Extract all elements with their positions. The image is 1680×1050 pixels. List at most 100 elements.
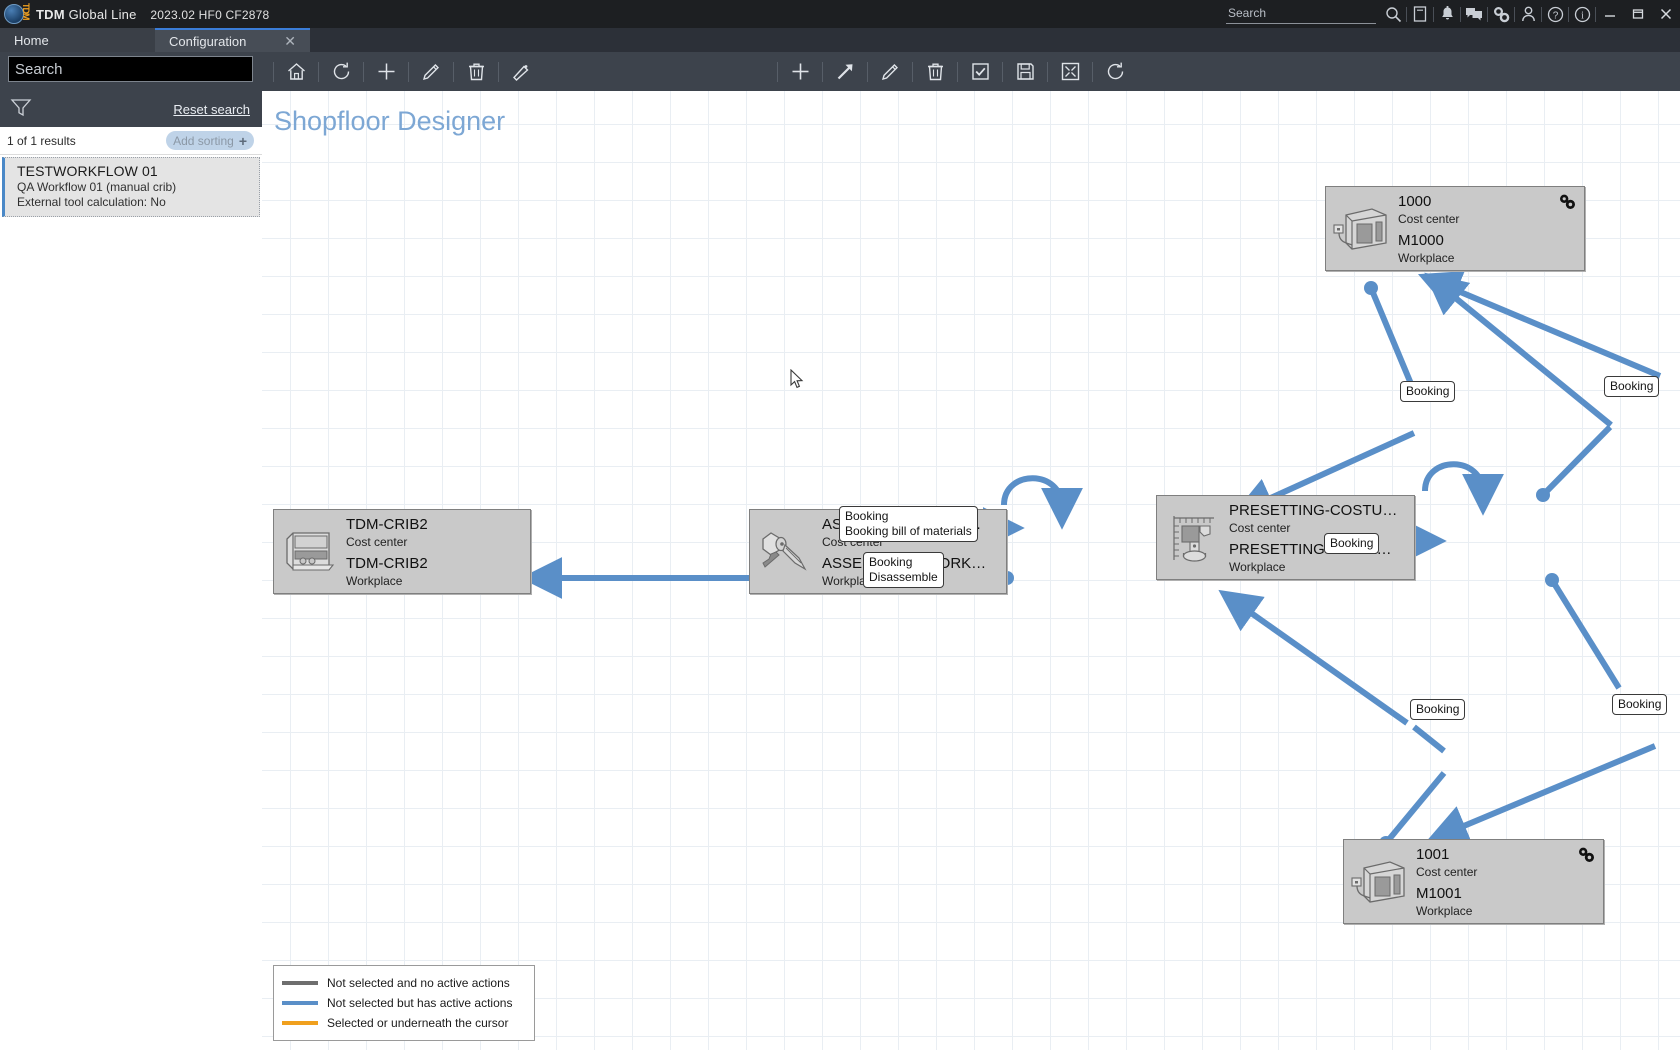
plus-icon: +	[238, 132, 247, 149]
tab-configuration[interactable]: Configuration ✕	[155, 28, 310, 52]
edge-label-assembling-to-crib[interactable]: Booking Disassemble	[863, 552, 944, 588]
cost-center-label: Cost center	[1398, 211, 1460, 226]
add-sorting-label: Add sorting	[173, 133, 234, 148]
chat-icon[interactable]	[1461, 0, 1487, 28]
node-tdm-crib2-text: TDM-CRIB2 Cost center TDM-CRIB2 Workplac…	[346, 515, 530, 589]
tab-home-label: Home	[14, 32, 49, 48]
maximize-button[interactable]	[1624, 0, 1652, 28]
edge-label-line-1: Booking	[1618, 697, 1662, 711]
gears-icon[interactable]	[1488, 0, 1514, 28]
cost-center-value: 1000	[1398, 192, 1432, 210]
legend-swatch-gray	[282, 981, 318, 985]
search-icon[interactable]	[1380, 0, 1406, 28]
divider	[498, 61, 499, 82]
divider	[453, 61, 454, 82]
edge-label-line-1: Booking	[1416, 702, 1460, 716]
list-item[interactable]: TESTWORKFLOW 01 QA Workflow 01 (manual c…	[2, 157, 260, 217]
legend-swatch-orange	[282, 1021, 318, 1025]
edge-label-crib-to-assembling[interactable]: Booking Booking bill of materials	[839, 506, 978, 542]
fit-to-screen-button[interactable]	[1053, 52, 1087, 91]
edit-node-button[interactable]	[873, 52, 907, 91]
divider	[1092, 61, 1093, 82]
divider	[777, 61, 778, 82]
search-field[interactable]	[8, 56, 253, 82]
tag-button[interactable]	[504, 52, 538, 91]
tab-close-icon[interactable]: ✕	[284, 34, 296, 48]
reset-search-link[interactable]: Reset search	[173, 102, 250, 117]
notifications-bell-icon[interactable]	[1434, 0, 1460, 28]
global-search-input[interactable]	[1226, 4, 1376, 22]
machine-icon	[1344, 856, 1416, 908]
close-window-button[interactable]	[1652, 0, 1680, 28]
left-results-panel: Reset search 1 of 1 results Add sorting …	[0, 91, 262, 1050]
delete-button[interactable]	[459, 52, 493, 91]
edit-button[interactable]	[414, 52, 448, 91]
funnel-icon[interactable]	[10, 97, 32, 122]
presetter-icon	[1157, 510, 1229, 566]
node-1000-text: 1000 Cost center M1000 Workplace	[1398, 192, 1584, 266]
tab-bar-filler	[310, 28, 1680, 52]
workplace-value: TDM-CRIB2	[346, 554, 428, 572]
divider	[822, 61, 823, 82]
assembly-tool-icon	[750, 525, 822, 579]
svg-text:?: ?	[1552, 10, 1558, 21]
machine-icon	[1326, 203, 1398, 255]
add-sorting-button[interactable]: Add sorting +	[166, 131, 254, 150]
results-summary-bar: 1 of 1 results Add sorting +	[0, 127, 262, 155]
workplace-label: Workplace	[1229, 559, 1286, 574]
info-icon[interactable]: i	[1569, 0, 1595, 28]
help-icon[interactable]: ?	[1542, 0, 1568, 28]
divider	[1047, 61, 1048, 82]
add-button[interactable]	[369, 52, 403, 91]
node-presetting-text: PRESETTING-COSTU… Cost center PRESETTING…	[1229, 501, 1414, 575]
legend-label: Not selected but has active actions	[327, 996, 513, 1010]
sidebar-search-input[interactable]	[9, 57, 252, 81]
edge-label-line-1: Booking	[845, 509, 889, 523]
add-connection-button[interactable]	[828, 52, 862, 91]
legend-label: Selected or underneath the cursor	[327, 1016, 509, 1030]
minimize-button[interactable]	[1596, 0, 1624, 28]
save-button[interactable]	[1008, 52, 1042, 91]
global-search-box[interactable]	[1226, 4, 1376, 24]
document-icon[interactable]	[1407, 0, 1433, 28]
node-1001[interactable]: 1001 Cost center M1001 Workplace	[1343, 839, 1604, 924]
divider	[318, 61, 319, 82]
refresh-button[interactable]	[324, 52, 358, 91]
svg-text:i: i	[1581, 10, 1584, 21]
list-item-title: TESTWORKFLOW 01	[17, 163, 158, 179]
delete-node-button[interactable]	[918, 52, 952, 91]
edge-label-presetting-to-1001[interactable]: Booking	[1612, 694, 1668, 715]
legend-swatch-blue	[282, 1001, 318, 1005]
edge-label-1001-to-assembling[interactable]: Booking	[1410, 699, 1466, 720]
reload-button[interactable]	[1098, 52, 1132, 91]
edge-label-assembling-to-presetting[interactable]: Booking	[1324, 533, 1380, 554]
app-title-bold: TDM	[36, 6, 65, 22]
edge-label-1000-to-assembling[interactable]: Booking	[1400, 381, 1456, 402]
edge-label-line-1: Booking	[1330, 536, 1374, 550]
node-tdm-crib2[interactable]: TDM-CRIB2 Cost center TDM-CRIB2 Workplac…	[273, 509, 531, 594]
tab-configuration-label: Configuration	[169, 33, 247, 49]
divider	[912, 61, 913, 82]
user-account-icon[interactable]	[1515, 0, 1541, 28]
cost-center-value: 1001	[1416, 845, 1450, 863]
edge-label-presetting-to-1000[interactable]: Booking	[1604, 376, 1660, 397]
cost-center-label: Cost center	[346, 534, 408, 549]
results-list: TESTWORKFLOW 01 QA Workflow 01 (manual c…	[0, 155, 262, 217]
home-button[interactable]	[279, 52, 313, 91]
node-1001-text: 1001 Cost center M1001 Workplace	[1416, 845, 1603, 919]
divider	[408, 61, 409, 82]
gears-icon[interactable]	[1559, 194, 1576, 215]
add-node-button[interactable]	[783, 52, 817, 91]
app-title-rest: Global Line	[64, 6, 137, 22]
node-1000[interactable]: 1000 Cost center M1000 Workplace	[1325, 186, 1585, 271]
shopfloor-designer-canvas[interactable]: Shopfloor Designer 1000 Cost center M100…	[262, 91, 1680, 1050]
cost-center-label: Cost center	[1416, 864, 1478, 879]
filter-row: Reset search	[0, 91, 262, 127]
tab-home[interactable]: Home	[0, 28, 155, 52]
legend: Not selected and no active actions Not s…	[273, 965, 535, 1041]
toolbar-center-group	[772, 52, 1132, 91]
list-item-detail: External tool calculation: No	[17, 195, 166, 209]
divider	[273, 61, 274, 82]
check-button[interactable]	[963, 52, 997, 91]
gears-icon[interactable]	[1578, 847, 1595, 868]
